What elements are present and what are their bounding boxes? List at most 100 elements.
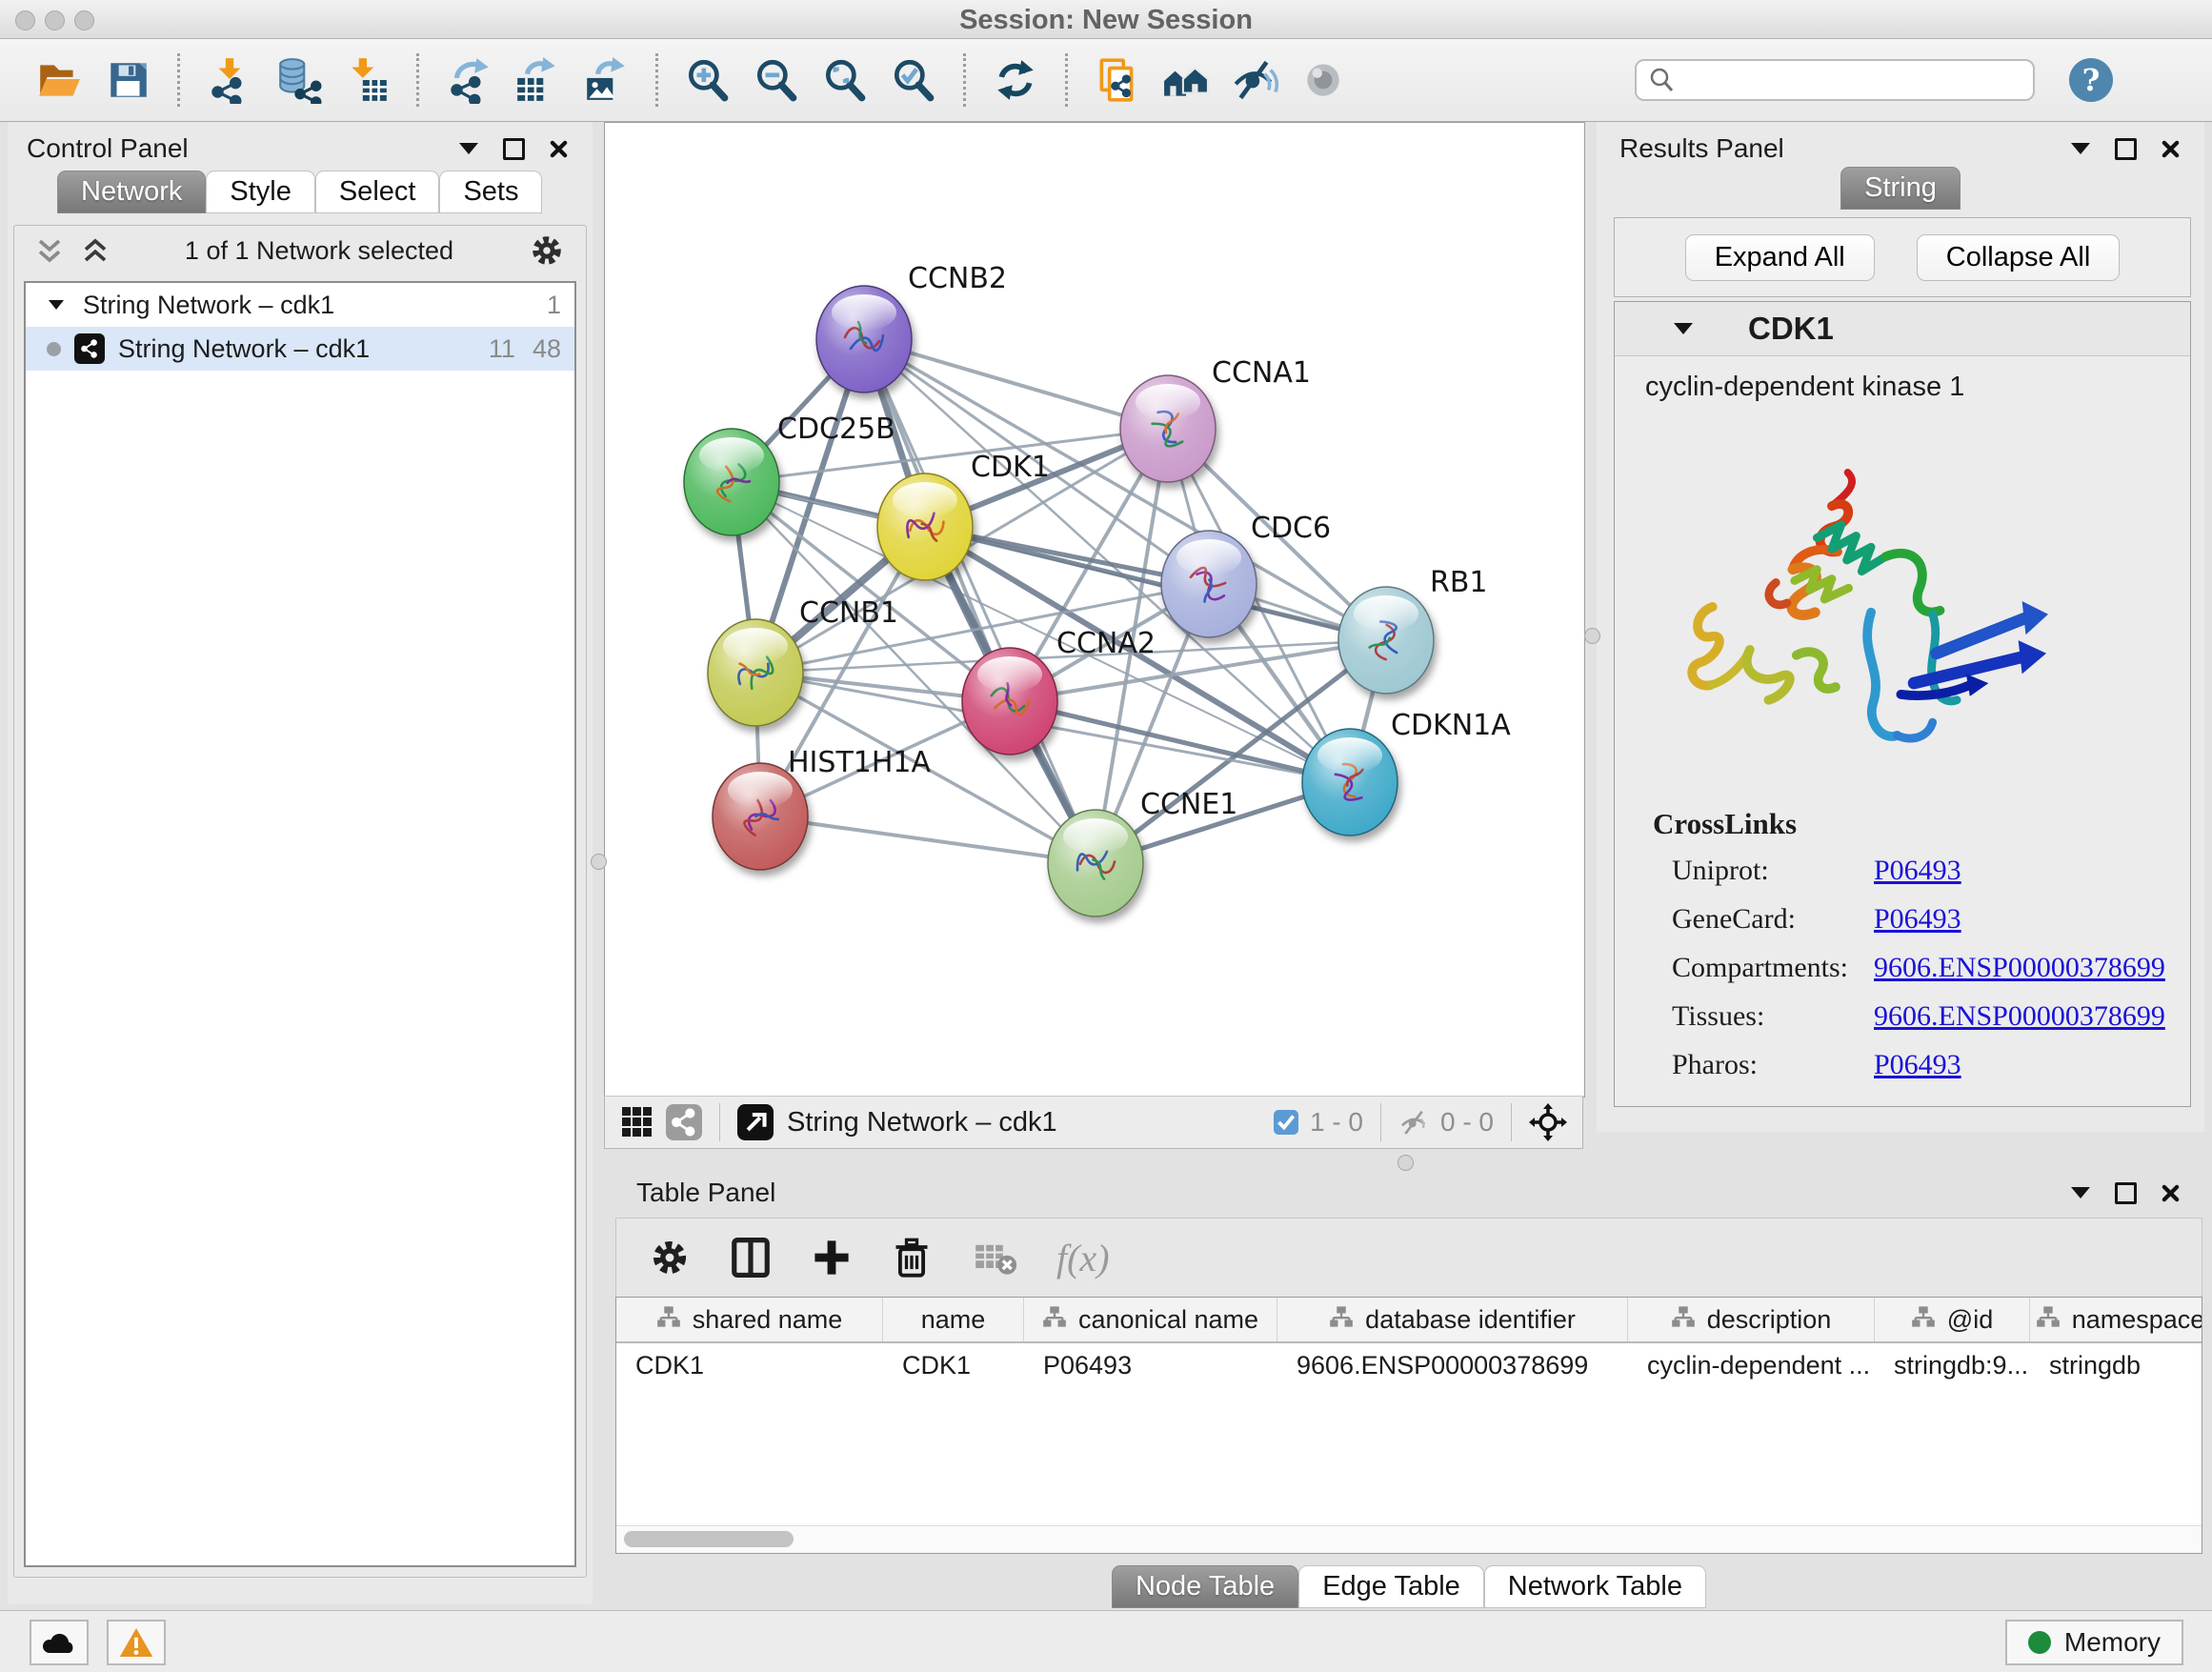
network-canvas[interactable]: CCNB2CCNA1CDC25BCDK1CDC6RB1CCNB1CCNA2CDK… (604, 122, 1585, 1098)
search-box[interactable] (1635, 59, 2035, 101)
zoom-selected-icon[interactable] (886, 52, 941, 108)
search-input[interactable] (1677, 65, 2033, 96)
string-home-icon[interactable] (1158, 52, 1214, 108)
network-node-CDC25B[interactable] (684, 429, 779, 535)
help-icon[interactable]: ? (2069, 58, 2113, 102)
column-header-name[interactable]: name (883, 1298, 1024, 1341)
bottom-splitter-handle[interactable] (1398, 1155, 1414, 1171)
table-cell[interactable]: CDK1 (616, 1343, 883, 1387)
table-cell[interactable]: CDK1 (883, 1343, 1024, 1387)
zoom-fit-icon[interactable] (817, 52, 873, 108)
horizontal-scrollbar[interactable] (616, 1525, 2202, 1553)
show-columns-icon[interactable] (729, 1236, 773, 1279)
crosslink-link[interactable]: P06493 (1874, 855, 1961, 887)
birds-eye-view-icon[interactable] (737, 1104, 774, 1140)
crosslink-link[interactable]: P06493 (1874, 1049, 1961, 1081)
tab-sets[interactable]: Sets (439, 171, 542, 213)
expand-all-button[interactable]: Expand All (1685, 234, 1875, 281)
collapse-all-button[interactable]: Collapse All (1917, 234, 2121, 281)
refresh-icon[interactable] (988, 52, 1043, 108)
network-node-CDKN1A[interactable] (1302, 729, 1398, 836)
tab-network-table[interactable]: Network Table (1484, 1565, 1706, 1608)
zoom-out-icon[interactable] (749, 52, 804, 108)
grid-view-icon[interactable] (620, 1105, 654, 1139)
save-session-icon[interactable] (100, 52, 155, 108)
tab-network[interactable]: Network (57, 171, 206, 213)
network-edge-HIST1H1A-CCNE1[interactable] (760, 816, 1096, 863)
network-node-CDK1[interactable] (877, 473, 973, 580)
export-table-icon[interactable] (510, 52, 565, 108)
crosslink-link[interactable]: 9606.ENSP00000378699 (1874, 1000, 2165, 1033)
collection-expand-icon[interactable] (49, 300, 64, 310)
show-graphics-eye-icon[interactable] (1296, 52, 1351, 108)
column-header-description[interactable]: description (1628, 1298, 1875, 1341)
expand-all-chevrons-icon[interactable] (35, 236, 64, 265)
table-row[interactable]: CDK1CDK1P064939606.ENSP00000378699cyclin… (616, 1343, 2202, 1387)
panel-float-icon[interactable] (2115, 138, 2137, 160)
import-network-database-icon[interactable] (271, 52, 326, 108)
network-edge-CCNB2-CCNE1[interactable] (864, 339, 1096, 863)
add-column-icon[interactable] (811, 1237, 853, 1279)
tab-style[interactable]: Style (206, 171, 314, 213)
table-cell[interactable]: P06493 (1024, 1343, 1277, 1387)
table-cell[interactable]: stringdb:9... (1875, 1343, 2030, 1387)
open-file-icon[interactable] (31, 52, 87, 108)
crosslink-link[interactable]: 9606.ENSP00000378699 (1874, 952, 2165, 984)
table-cell[interactable]: cyclin-dependent ... (1628, 1343, 1875, 1387)
clone-network-icon[interactable] (1090, 52, 1145, 108)
network-node-CCNA2[interactable] (962, 648, 1057, 755)
network-node-CCNB2[interactable] (816, 286, 912, 393)
table-cell[interactable]: stringdb (2030, 1343, 2202, 1387)
tab-select[interactable]: Select (315, 171, 440, 213)
shared-column-icon (1911, 1305, 1936, 1335)
zoom-in-icon[interactable] (680, 52, 735, 108)
network-node-CDC6[interactable] (1161, 531, 1257, 637)
warnings-button[interactable] (107, 1620, 166, 1665)
cloud-button[interactable] (30, 1620, 89, 1665)
network-node-CCNB1[interactable] (708, 619, 803, 726)
network-node-CCNE1[interactable] (1048, 810, 1143, 917)
export-image-icon[interactable] (578, 52, 633, 108)
tab-node-table[interactable]: Node Table (1112, 1565, 1298, 1608)
panel-float-icon[interactable] (503, 138, 525, 160)
panel-menu-icon[interactable] (459, 143, 478, 154)
selected-checkbox-icon[interactable] (1274, 1110, 1298, 1135)
table-tabs: Node TableEdge TableNetwork Table (613, 1564, 2204, 1607)
gear-icon[interactable] (529, 232, 565, 269)
scrollbar-thumb[interactable] (624, 1531, 794, 1547)
import-network-file-icon[interactable] (202, 52, 257, 108)
collapse-all-chevrons-icon[interactable] (81, 236, 110, 265)
export-network-icon[interactable] (441, 52, 496, 108)
table-gear-icon[interactable] (649, 1237, 691, 1279)
panel-close-icon[interactable] (2162, 140, 2180, 158)
network-node-RB1[interactable] (1338, 587, 1434, 694)
tab-string[interactable]: String (1840, 167, 1961, 210)
panel-close-icon[interactable] (2162, 1184, 2180, 1202)
column-header-canonical-name[interactable]: canonical name (1024, 1298, 1277, 1341)
panel-menu-icon[interactable] (2071, 1187, 2090, 1199)
panel-menu-icon[interactable] (2071, 143, 2090, 154)
fit-selected-crosshair-icon[interactable] (1529, 1103, 1567, 1141)
hide-selected-eye-icon[interactable] (1227, 52, 1282, 108)
column-header-shared-name[interactable]: shared name (616, 1298, 883, 1341)
protein-section-header[interactable]: CDK1 (1615, 302, 2190, 356)
section-collapse-icon[interactable] (1674, 323, 1693, 334)
panel-close-icon[interactable] (550, 140, 568, 158)
left-splitter-handle[interactable] (591, 854, 607, 870)
panel-float-icon[interactable] (2115, 1182, 2137, 1204)
delete-column-icon[interactable] (891, 1237, 933, 1279)
column-header-@id[interactable]: @id (1875, 1298, 2030, 1341)
network-node-CCNA1[interactable] (1120, 375, 1216, 482)
network-row[interactable]: String Network – cdk1 11 48 (26, 327, 574, 371)
memory-button[interactable]: Memory (2005, 1620, 2183, 1665)
network-collection-row[interactable]: String Network – cdk1 1 (26, 283, 574, 327)
network-share-view-icon[interactable] (666, 1104, 702, 1140)
column-header-namespace[interactable]: namespace (2030, 1298, 2202, 1341)
table-cell[interactable]: 9606.ENSP00000378699 (1277, 1343, 1628, 1387)
import-table-icon[interactable] (339, 52, 394, 108)
crosslink-label: Pharos: (1672, 1049, 1874, 1081)
column-header-database-identifier[interactable]: database identifier (1277, 1298, 1628, 1341)
right-splitter-handle[interactable] (1584, 628, 1600, 644)
tab-edge-table[interactable]: Edge Table (1298, 1565, 1484, 1608)
crosslink-link[interactable]: P06493 (1874, 903, 1961, 936)
